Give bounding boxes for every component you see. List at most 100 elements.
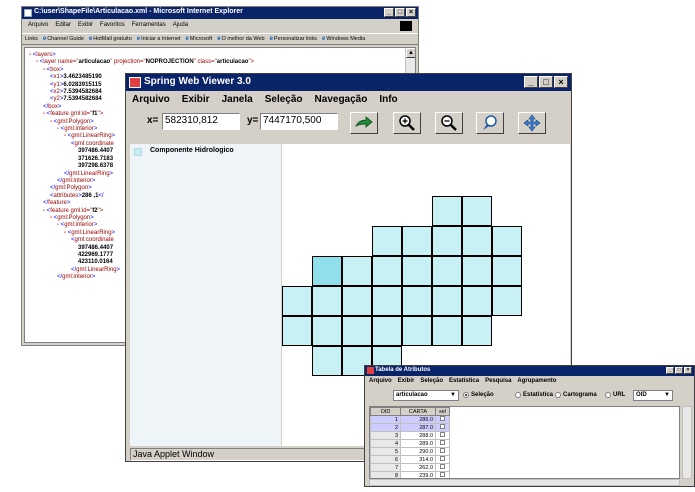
table-row[interactable]: 2 287.0 xyxy=(370,423,450,432)
map-cell[interactable] xyxy=(402,286,432,316)
x-coordinate-field[interactable]: 582310,812 xyxy=(162,113,240,130)
map-cell[interactable] xyxy=(432,226,462,256)
map-cell[interactable] xyxy=(282,316,312,346)
map-cell[interactable] xyxy=(462,196,492,226)
legend-swatch[interactable] xyxy=(134,148,142,156)
map-cell[interactable] xyxy=(402,316,432,346)
map-cell[interactable] xyxy=(342,316,372,346)
menu-item-editar[interactable]: Editar xyxy=(55,22,71,32)
link-item[interactable]: Windows Media xyxy=(322,36,365,44)
minimize-button[interactable]: _ xyxy=(666,367,674,374)
table-row[interactable]: 1 286.0 xyxy=(370,415,450,424)
column-header[interactable]: sel xyxy=(435,407,450,416)
table-row[interactable]: 5 290.0 xyxy=(370,447,450,456)
map-cell[interactable] xyxy=(432,316,462,346)
map-cell[interactable] xyxy=(372,226,402,256)
map-cell[interactable] xyxy=(372,316,402,346)
link-item[interactable]: O melhor da Web xyxy=(217,36,265,44)
sel-checkbox[interactable] xyxy=(440,416,445,421)
sel-checkbox[interactable] xyxy=(440,448,445,453)
map-cell[interactable] xyxy=(432,196,462,226)
zoom-in-button[interactable] xyxy=(393,112,421,134)
close-button[interactable]: × xyxy=(684,367,692,374)
ie-title-bar[interactable]: C:\user\ShapeFile\Articulacao.xml - Micr… xyxy=(22,7,418,19)
radio-cartograma[interactable]: Cartograma xyxy=(555,392,597,398)
link-item[interactable]: Microsoft xyxy=(186,36,212,44)
maximize-button[interactable]: □ xyxy=(395,8,405,17)
map-cell[interactable] xyxy=(462,256,492,286)
menu-item-arquivo[interactable]: Arquivo xyxy=(28,22,48,32)
table-row[interactable]: 6 314.0 xyxy=(370,455,450,464)
map-cell[interactable] xyxy=(402,256,432,286)
menu-item[interactable]: Seleção xyxy=(265,94,303,108)
menu-item[interactable]: Estatística xyxy=(449,378,479,384)
map-cell[interactable] xyxy=(432,256,462,286)
field-select[interactable]: OID ▼ xyxy=(633,390,673,401)
table-row[interactable]: 4 289.0 xyxy=(370,439,450,448)
map-cell[interactable] xyxy=(492,286,522,316)
sel-checkbox[interactable] xyxy=(440,440,445,445)
menu-item[interactable]: Pesquisa xyxy=(485,378,511,384)
menu-item[interactable]: Exibir xyxy=(182,94,210,108)
radio-url[interactable]: URL xyxy=(605,392,625,398)
pan-button[interactable] xyxy=(476,112,504,134)
sel-checkbox[interactable] xyxy=(440,456,445,461)
xml-line[interactable]: - <layer name="articulacao" projection="… xyxy=(29,59,254,66)
menu-item[interactable]: Arquivo xyxy=(132,94,170,108)
map-cell[interactable] xyxy=(402,226,432,256)
zoom-out-button[interactable] xyxy=(435,112,463,134)
map-cell[interactable] xyxy=(372,256,402,286)
map-cell[interactable] xyxy=(282,286,312,316)
link-item[interactable]: Personalizar links xyxy=(270,36,317,44)
map-cell[interactable] xyxy=(462,286,492,316)
map-cell[interactable] xyxy=(342,256,372,286)
table-row[interactable]: 3 288.0 xyxy=(370,431,450,440)
menu-item-favoritos[interactable]: Favoritos xyxy=(100,22,125,32)
y-coordinate-field[interactable]: 7447170,500 xyxy=(260,113,338,130)
xml-line[interactable]: - <layers> xyxy=(29,52,254,59)
maximize-button[interactable]: □ xyxy=(539,76,553,88)
minimize-button[interactable]: _ xyxy=(384,8,394,17)
menu-item[interactable]: Arquivo xyxy=(369,378,392,384)
map-cell[interactable] xyxy=(312,256,342,286)
map-cell[interactable] xyxy=(312,346,342,376)
sel-checkbox[interactable] xyxy=(440,424,445,429)
sel-checkbox[interactable] xyxy=(440,432,445,437)
menu-item-ajuda[interactable]: Ajuda xyxy=(173,22,188,32)
go-button[interactable] xyxy=(350,112,378,134)
table-row[interactable]: 8 239.0 xyxy=(370,471,450,478)
maximize-button[interactable]: □ xyxy=(675,367,683,374)
map-cell[interactable] xyxy=(462,316,492,346)
close-button[interactable]: × xyxy=(554,76,568,88)
map-cell[interactable] xyxy=(462,226,492,256)
menu-item[interactable]: Seleção xyxy=(420,378,443,384)
map-cell[interactable] xyxy=(432,286,462,316)
menu-item[interactable]: Navegação xyxy=(315,94,368,108)
column-header[interactable]: OID xyxy=(370,407,401,416)
close-button[interactable]: × xyxy=(406,8,416,17)
link-item[interactable]: Channel Guide xyxy=(43,36,84,44)
menu-item[interactable]: Agrupamento xyxy=(517,378,556,384)
move-button[interactable] xyxy=(518,112,546,134)
menu-item[interactable]: Exibir xyxy=(398,378,415,384)
sel-checkbox[interactable] xyxy=(440,472,445,477)
spring-title-bar[interactable]: Spring Web Viewer 3.0 _ □ × xyxy=(126,74,571,91)
menu-item[interactable]: Info xyxy=(379,94,397,108)
table-vertical-scrollbar[interactable] xyxy=(682,406,692,479)
map-cell[interactable] xyxy=(342,286,372,316)
map-cell[interactable] xyxy=(312,286,342,316)
menu-item-exibir[interactable]: Exibir xyxy=(78,22,93,32)
layer-select[interactable]: articulacao ▼ xyxy=(393,390,459,401)
scroll-up-icon[interactable]: ▲ xyxy=(406,48,415,58)
legend-label[interactable]: Componente Hidrologico xyxy=(150,147,234,154)
column-header[interactable]: CARTA xyxy=(400,407,436,416)
table-horizontal-scrollbar[interactable] xyxy=(369,479,680,486)
menu-item-ferramentas[interactable]: Ferramentas xyxy=(132,22,166,32)
menu-item[interactable]: Janela xyxy=(222,94,253,108)
link-item[interactable]: HotMail gratuito xyxy=(89,36,132,44)
minimize-button[interactable]: _ xyxy=(524,76,538,88)
radio-estatística[interactable]: Estatística xyxy=(515,392,553,398)
link-item[interactable]: Iniciar a Internet xyxy=(137,36,180,44)
map-cell[interactable] xyxy=(312,316,342,346)
table-title-bar[interactable]: Tabela de Atributos _ □ × xyxy=(365,366,694,376)
